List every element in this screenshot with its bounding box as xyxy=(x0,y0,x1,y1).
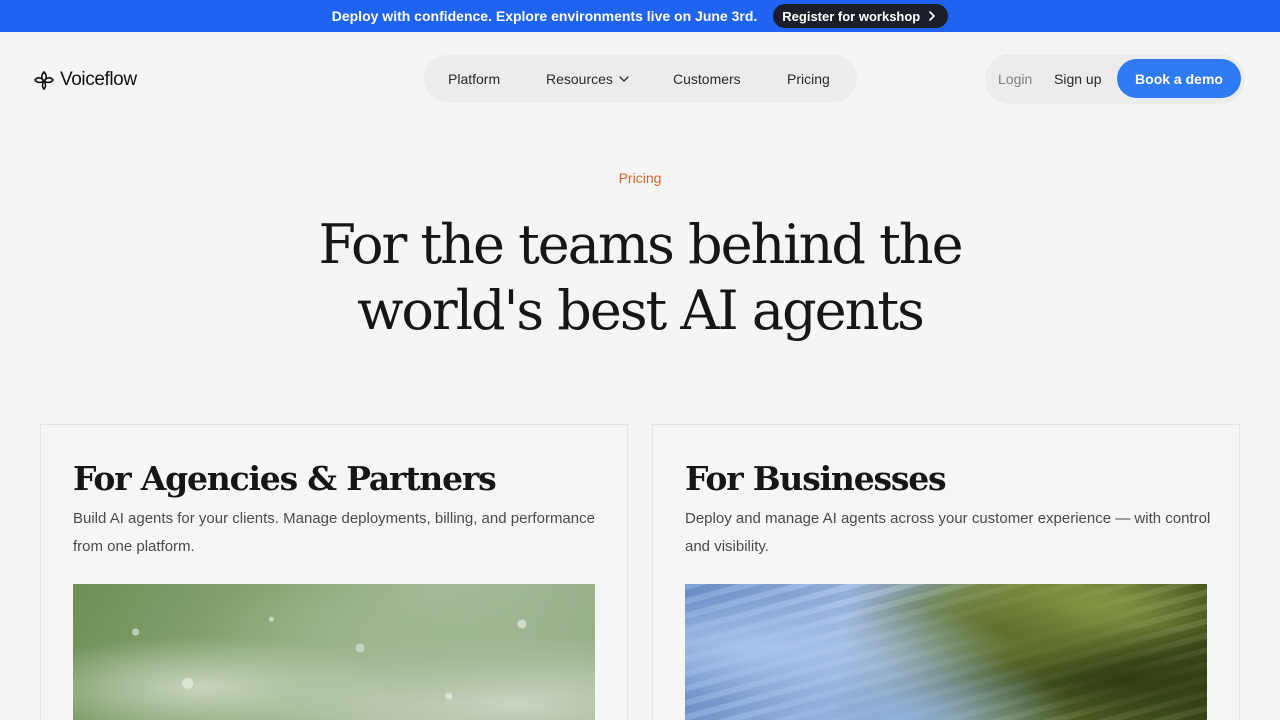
page-title-line-1: For the teams behind the xyxy=(318,213,963,276)
logo-text: Voiceflow xyxy=(60,69,137,90)
voiceflow-logo-icon xyxy=(34,70,54,91)
login-link[interactable]: Login xyxy=(998,71,1032,87)
nav-customers[interactable]: Customers xyxy=(673,71,787,87)
register-workshop-button[interactable]: Register for workshop xyxy=(773,4,949,28)
businesses-card-image xyxy=(685,584,1207,720)
nav-platform[interactable]: Platform xyxy=(448,71,546,87)
nav-customers-label: Customers xyxy=(673,70,741,87)
main-nav: Platform Resources Customers Pricing xyxy=(424,55,857,102)
nav-resources-label: Resources xyxy=(546,70,613,87)
agencies-card-image xyxy=(73,584,595,720)
nav-platform-label: Platform xyxy=(448,70,501,87)
agencies-card-description: Build AI agents for your clients. Manage… xyxy=(73,510,595,555)
page-title-line-2: world's best AI agents xyxy=(357,279,925,342)
page-title: For the teams behind the world's best AI… xyxy=(0,212,1280,344)
chevron-down-icon xyxy=(619,75,629,82)
agencies-card-title: For Agencies & Partners xyxy=(73,459,497,498)
businesses-card-description: Deploy and manage AI agents across your … xyxy=(685,510,1211,555)
nav-pricing[interactable]: Pricing xyxy=(787,71,830,87)
voiceflow-logo[interactable]: Voiceflow xyxy=(32,68,137,92)
agencies-card[interactable]: For Agencies & Partners Build AI agents … xyxy=(40,424,628,720)
pricing-eyebrow: Pricing xyxy=(618,170,662,186)
register-workshop-label: Register for workshop xyxy=(782,8,921,24)
announcement-text: Deploy with confidence. Explore environm… xyxy=(331,8,758,24)
chevron-right-icon xyxy=(928,10,936,23)
nav-pricing-label: Pricing xyxy=(787,70,830,87)
businesses-card-title: For Businesses xyxy=(685,459,947,498)
announcement-bar: Deploy with confidence. Explore environm… xyxy=(0,0,1280,32)
book-demo-button[interactable]: Book a demo xyxy=(1117,59,1241,98)
businesses-card[interactable]: For Businesses Deploy and manage AI agen… xyxy=(652,424,1240,720)
auth-group: Login Sign up Book a demo xyxy=(985,54,1245,104)
nav-resources[interactable]: Resources xyxy=(546,71,673,87)
signup-link[interactable]: Sign up xyxy=(1054,71,1101,87)
